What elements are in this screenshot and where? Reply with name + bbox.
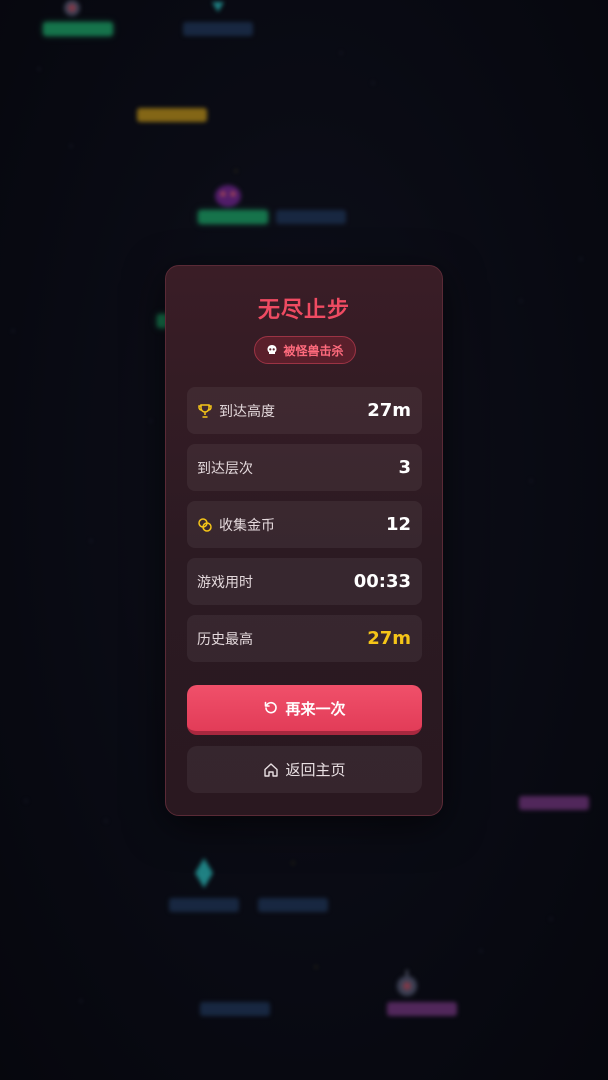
skull-icon	[267, 345, 277, 354]
home-button[interactable]: 返回主页	[187, 746, 422, 793]
restart-icon	[265, 701, 278, 714]
trophy-icon	[198, 403, 212, 418]
stat-value: 00:33	[353, 571, 411, 592]
stat-row-time: 游戏用时 00:33	[187, 558, 422, 605]
stat-label: 游戏用时	[197, 574, 253, 591]
stat-row-level: 到达层次 3	[187, 444, 422, 491]
stat-value: 27m	[367, 400, 411, 421]
retry-button[interactable]: 再来一次	[187, 685, 422, 735]
death-cause-label: 被怪兽击杀	[283, 343, 344, 358]
game-over-dialog: 无尽止步 被怪兽击杀 到达高度 27m 到达层次 3 收集金币 12 游戏用时 …	[165, 265, 443, 816]
coins-icon	[198, 517, 212, 532]
dialog-title: 无尽止步	[257, 297, 350, 323]
retry-label: 再来一次	[285, 699, 346, 718]
home-label: 返回主页	[285, 761, 346, 779]
home-icon	[264, 762, 279, 777]
stat-label: 到达层次	[197, 460, 253, 477]
stat-label: 到达高度	[219, 403, 275, 420]
stat-row-height: 到达高度 27m	[187, 387, 422, 434]
stat-label: 收集金币	[219, 517, 275, 534]
death-cause-badge: 被怪兽击杀	[254, 336, 356, 364]
stat-label: 历史最高	[197, 631, 253, 648]
stat-value: 3	[398, 457, 411, 478]
stat-value-highlight: 27m	[367, 628, 411, 649]
stat-row-best: 历史最高 27m	[187, 615, 422, 662]
stat-value: 12	[385, 514, 411, 535]
stat-row-coins: 收集金币 12	[187, 501, 422, 548]
